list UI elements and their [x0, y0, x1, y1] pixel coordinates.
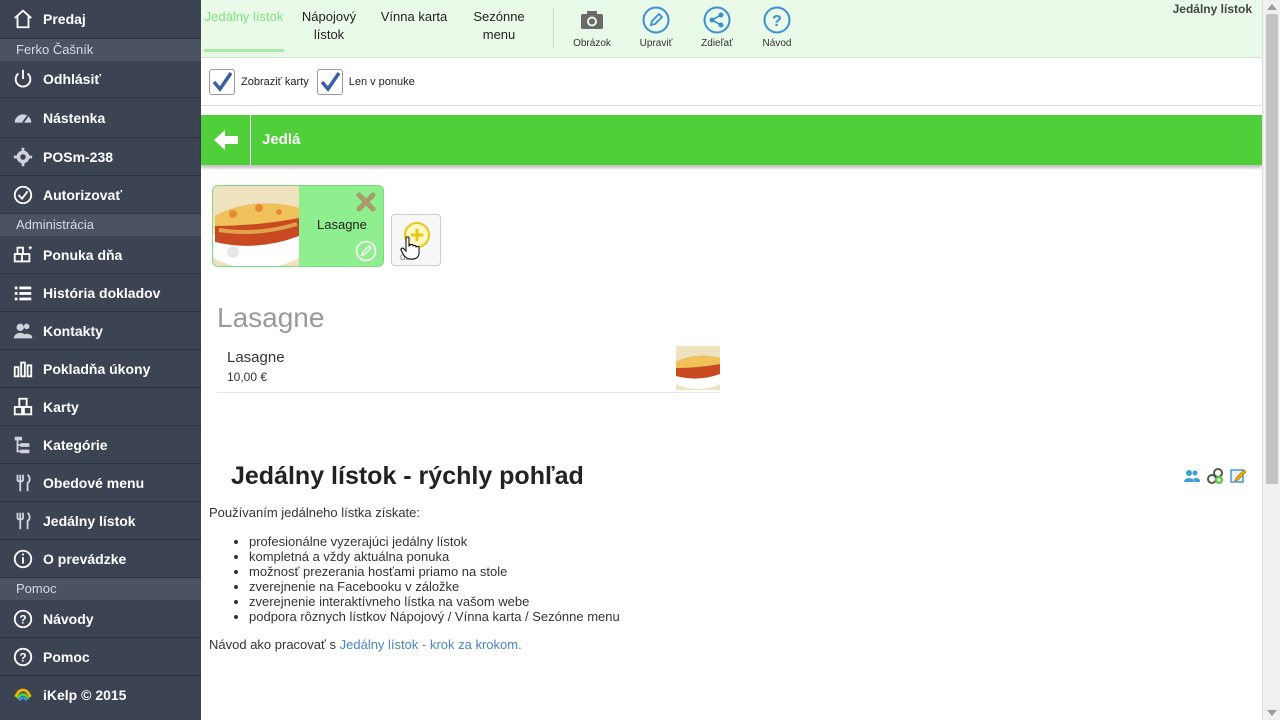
svg-text:?: ? [19, 650, 26, 664]
list-item: zverejnenie interaktívneho lístka na vaš… [249, 594, 620, 609]
back-button[interactable] [201, 115, 251, 165]
guide-link[interactable]: Jedálny lístok - krok za krokom. [340, 637, 522, 652]
sidebar-item-kontakty[interactable]: Kontakty [0, 312, 201, 350]
tab-vinna-karta[interactable]: Vínna karta [374, 8, 454, 52]
info-intro: Používaním jedálneho lístka získate: [209, 505, 421, 520]
note-edit-icon[interactable] [1229, 467, 1247, 485]
scroll-down-icon[interactable] [1267, 710, 1277, 716]
edit-button[interactable]: Upraviť [626, 6, 686, 49]
sidebar-item-navody[interactable]: ? Návody [0, 600, 201, 638]
cards-icon [12, 396, 34, 418]
bar-chart-icon [12, 358, 34, 380]
home-icon [12, 8, 34, 30]
window-title: Jedálny lístok [1172, 2, 1252, 16]
question-icon: ? [763, 6, 791, 34]
sidebar-item-nastenka[interactable]: Nástenka [0, 98, 201, 138]
info-icons [1183, 467, 1247, 485]
checkmark-icon [316, 68, 343, 95]
fork-knife-icon [12, 510, 34, 532]
list-item: podpora rôznych lístkov Nápojový / Vínna… [249, 609, 620, 624]
preview-title: Lasagne [217, 302, 325, 333]
only-in-offer-checkbox[interactable]: Len v ponuke [316, 68, 415, 95]
list-item: profesionálne vyzerajúci jedálny lístok [249, 534, 620, 549]
item-card[interactable]: Lasagne [212, 185, 384, 267]
users-icon [12, 320, 34, 342]
sidebar-item-pokladna-ukony[interactable]: Pokladňa úkony [0, 350, 201, 388]
info-icon [12, 548, 34, 570]
preview-item-name: Lasagne [227, 349, 285, 366]
preview-item-row[interactable]: Lasagne 10,00 € [217, 343, 724, 393]
sidebar-item-odhlasit[interactable]: Odhlásiť [0, 61, 201, 98]
tree-icon [12, 434, 34, 456]
guide-button[interactable]: ? Návod [747, 6, 807, 49]
tab-napojovy-listok[interactable]: Nápojový lístok [289, 8, 369, 52]
info-benefits-list: profesionálne vyzerajúci jedálny lístok … [249, 534, 620, 624]
section-user: Ferko Čašník [0, 39, 201, 61]
footer-prefix: Návod ako pracovať s [209, 637, 336, 652]
sidebar-item-posm[interactable]: POSm-238 [0, 138, 201, 176]
section-header: Jedlá [201, 115, 1262, 165]
list-item: kompletná a vždy aktuálna ponuka [249, 549, 620, 564]
tab-sezonne-menu[interactable]: Sezónne menu [459, 8, 539, 52]
info-footer: Návod ako pracovať s Jedálny lístok - kr… [209, 637, 522, 652]
sidebar-item-obedove-menu[interactable]: Obedové menu [0, 464, 201, 502]
tab-jedalny-listok[interactable]: Jedálny lístok [204, 8, 284, 52]
section-administracia: Administrácia [0, 214, 201, 236]
link-add-icon[interactable] [1206, 467, 1224, 485]
hand-cursor-icon [400, 236, 420, 260]
svg-text:?: ? [19, 612, 26, 626]
show-cards-checkbox[interactable]: Zobraziť karty [209, 68, 309, 95]
list-icon [12, 282, 34, 304]
sidebar-item-pomoc[interactable]: ? Pomoc [0, 638, 201, 676]
list-item: zverejnenie na Facebooku v záložke [249, 579, 620, 594]
scroll-up-icon[interactable] [1267, 4, 1277, 10]
sidebar-item-kategorie[interactable]: Kategórie [0, 426, 201, 464]
remove-icon[interactable] [355, 191, 377, 213]
question-icon: ? [12, 608, 34, 630]
pencil-icon [642, 6, 670, 34]
camera-icon [578, 6, 606, 34]
question-icon: ? [12, 646, 34, 668]
picture-button[interactable]: Obrázok [562, 6, 622, 49]
svg-text:?: ? [772, 13, 782, 30]
section-pomoc: Pomoc [0, 578, 201, 600]
share-icon [703, 6, 731, 34]
dashboard-icon [12, 107, 34, 129]
info-title: Jedálny lístok - rýchly pohľad [231, 462, 584, 490]
food-photo [213, 186, 306, 266]
checkmark-icon [209, 68, 235, 95]
sidebar-item-ikelp[interactable]: iKelp © 2015 [0, 676, 201, 714]
sidebar-item-autorizovat[interactable]: Autorizovať [0, 176, 201, 214]
sidebar-item-ponuka-dna[interactable]: * Ponuka dňa [0, 236, 201, 274]
section-title: Jedlá [262, 131, 301, 148]
arrow-left-icon [213, 130, 238, 150]
sidebar-item-predaj[interactable]: Predaj [0, 0, 201, 39]
sidebar-item-jedalny-listok[interactable]: Jedálny lístok [0, 502, 201, 540]
sidebar-item-o-prevadzke[interactable]: O prevádzke [0, 540, 201, 578]
pencil-icon[interactable] [355, 240, 377, 262]
app-window: Predaj Ferko Čašník Odhlásiť Nástenka PO… [0, 0, 1280, 720]
list-item: možnosť prezerania hosťami priamo na sto… [249, 564, 620, 579]
toolbar-divider [553, 8, 554, 48]
svg-text:*: * [29, 244, 33, 254]
fork-knife-icon [12, 472, 34, 494]
item-name: Lasagne [317, 217, 367, 232]
preview-item-price: 10,00 € [227, 370, 268, 384]
filter-row: Zobraziť karty Len v ponuke [201, 58, 1262, 106]
scroll-thumb[interactable] [1266, 14, 1278, 484]
food-thumbnail [672, 346, 724, 390]
gear-icon [12, 146, 34, 168]
users-icon[interactable] [1183, 467, 1201, 485]
share-button[interactable]: Zdieľať [687, 6, 747, 49]
offer-blocks-icon: * [12, 244, 34, 266]
sidebar-item-historia-dokladov[interactable]: História dokladov [0, 274, 201, 312]
top-toolbar: Jedálny lístok Nápojový lístok Vínna kar… [201, 0, 1262, 58]
vertical-scrollbar[interactable] [1262, 0, 1280, 720]
power-icon [12, 68, 34, 90]
sidebar-item-karty[interactable]: Karty [0, 388, 201, 426]
check-circle-icon [12, 184, 34, 206]
sidebar: Predaj Ferko Čašník Odhlásiť Nástenka PO… [0, 0, 201, 720]
ikelp-logo-icon [12, 684, 34, 706]
